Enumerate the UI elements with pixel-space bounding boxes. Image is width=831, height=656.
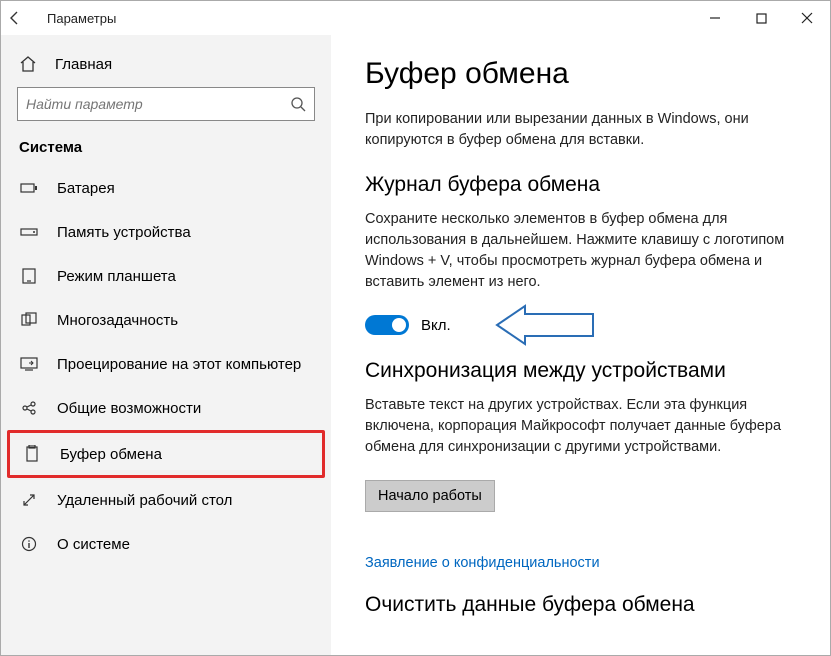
annotation-arrow <box>495 304 595 346</box>
storage-icon <box>19 226 39 238</box>
sidebar-item-multitasking[interactable]: Многозадачность <box>1 298 331 342</box>
sidebar-item-label: Память устройства <box>57 224 191 241</box>
sidebar-item-label: Общие возможности <box>57 400 201 417</box>
sidebar-item-storage[interactable]: Память устройства <box>1 210 331 254</box>
maximize-button[interactable] <box>738 1 784 35</box>
multitask-icon <box>19 312 39 328</box>
history-toggle-label: Вкл. <box>421 317 451 334</box>
clipboard-icon <box>22 445 42 463</box>
sidebar-nav: Батарея Память устройства Режим планшета… <box>1 166 331 566</box>
project-icon <box>19 357 39 371</box>
home-icon <box>19 55 39 73</box>
info-icon <box>19 536 39 552</box>
sidebar-item-label: Батарея <box>57 180 115 197</box>
window-title: Параметры <box>47 11 116 26</box>
privacy-link[interactable]: Заявление о конфиденциальности <box>365 555 600 571</box>
sidebar-section-heading: Система <box>1 139 331 166</box>
history-heading: Журнал буфера обмена <box>365 173 796 197</box>
clear-heading: Очистить данные буфера обмена <box>365 593 796 617</box>
history-desc: Сохраните несколько элементов в буфер об… <box>365 209 796 293</box>
page-intro: При копировании или вырезании данных в W… <box>365 109 796 151</box>
sidebar-item-tablet-mode[interactable]: Режим планшета <box>1 254 331 298</box>
search-field[interactable] <box>17 87 315 121</box>
minimize-button[interactable] <box>692 1 738 35</box>
share-icon <box>19 400 39 416</box>
sidebar-item-clipboard[interactable]: Буфер обмена <box>7 430 325 478</box>
search-input[interactable] <box>26 96 290 112</box>
close-button[interactable] <box>784 1 830 35</box>
sidebar-item-remote-desktop[interactable]: Удаленный рабочий стол <box>1 478 331 522</box>
remote-icon <box>19 492 39 508</box>
sidebar-item-label: Многозадачность <box>57 312 178 329</box>
tablet-icon <box>19 268 39 284</box>
sidebar-item-about[interactable]: О системе <box>1 522 331 566</box>
sidebar-item-label: О системе <box>57 536 130 553</box>
sidebar-item-label: Проецирование на этот компьютер <box>57 356 301 373</box>
sync-start-button[interactable]: Начало работы <box>365 480 495 512</box>
sync-heading: Синхронизация между устройствами <box>365 359 796 383</box>
sidebar-item-shared[interactable]: Общие возможности <box>1 386 331 430</box>
sidebar: Главная Система Батарея Память ус <box>1 35 331 655</box>
sync-desc: Вставьте текст на других устройствах. Ес… <box>365 395 796 458</box>
history-toggle[interactable] <box>365 315 409 335</box>
battery-icon <box>19 182 39 194</box>
titlebar: Параметры <box>1 1 830 35</box>
sidebar-home[interactable]: Главная <box>1 49 331 87</box>
sidebar-home-label: Главная <box>55 56 112 73</box>
page-title: Буфер обмена <box>365 57 796 91</box>
main-content: Буфер обмена При копировании или вырезан… <box>331 35 830 655</box>
sidebar-item-label: Удаленный рабочий стол <box>57 492 232 509</box>
sidebar-item-battery[interactable]: Батарея <box>1 166 331 210</box>
sidebar-item-label: Режим планшета <box>57 268 176 285</box>
back-button[interactable] <box>7 10 37 26</box>
search-icon <box>290 96 306 112</box>
sidebar-item-projecting[interactable]: Проецирование на этот компьютер <box>1 342 331 386</box>
sidebar-item-label: Буфер обмена <box>60 446 162 463</box>
